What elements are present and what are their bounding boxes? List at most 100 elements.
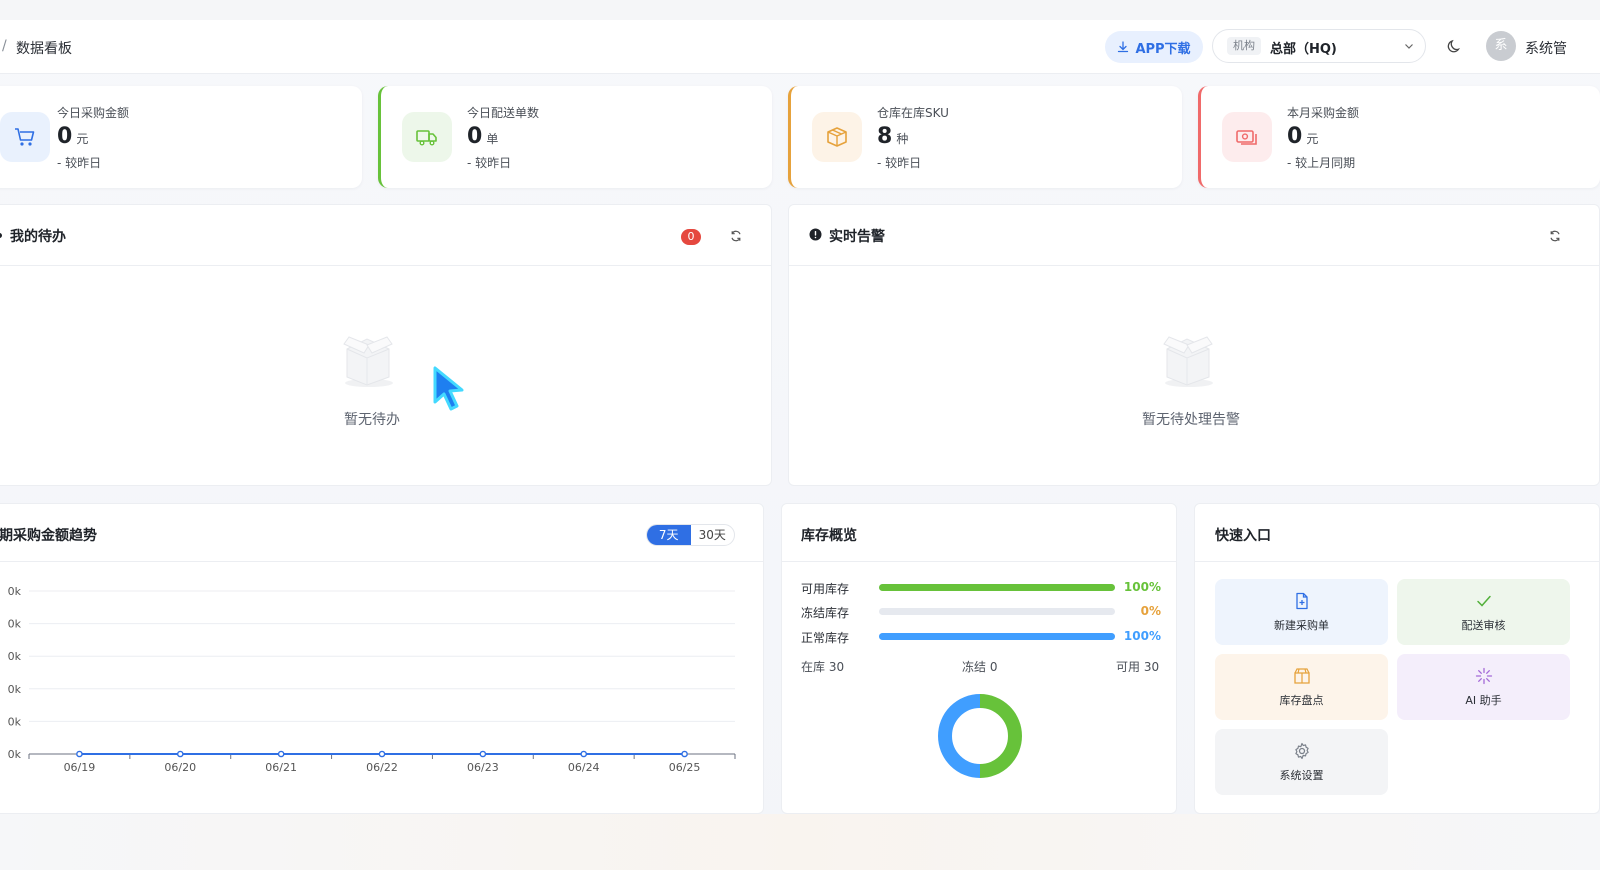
org-select[interactable]: 机构 总部（HQ) bbox=[1212, 29, 1426, 63]
todo-count-badge: 0 bbox=[681, 229, 701, 245]
org-value: 总部（HQ) bbox=[1270, 42, 1337, 57]
inventory-panel: 库存概览 可用库存 100% 冻结库存 0% 正常库存 100% 在库 30 冻… bbox=[781, 503, 1177, 814]
trend-title-clip: 近期采购金额趋势 bbox=[0, 525, 111, 545]
stat-compare: - 较上月同期 bbox=[1287, 156, 1356, 170]
stat-compare: - 较昨日 bbox=[877, 156, 922, 170]
alerts-empty-text: 暂无待处理告警 bbox=[1142, 412, 1240, 428]
quick-new-purchase[interactable]: 新建采购单 bbox=[1215, 579, 1388, 645]
stat-card-today-delivery: 今日配送单数 0单 - 较昨日 bbox=[378, 86, 772, 188]
todo-title: 我的待办 bbox=[10, 229, 66, 245]
data-point bbox=[76, 750, 83, 758]
trend-panel: 近期采购金额趋势 7天 30天 0k 0k 0k 0k 0k 0k 06/19 06/20 06… bbox=[0, 503, 764, 814]
todo-empty-text: 暂无待办 bbox=[344, 412, 400, 428]
quick-system-settings[interactable]: 系统设置 bbox=[1215, 729, 1388, 795]
inventory-in-stock: 在库 30 bbox=[801, 660, 845, 674]
inventory-panel-header: 库存概览 bbox=[782, 504, 1176, 562]
data-point bbox=[277, 750, 285, 758]
trend-title: 近期采购金额趋势 bbox=[0, 528, 97, 544]
user-name[interactable]: 系统管 bbox=[1525, 38, 1567, 58]
donut-slice bbox=[938, 694, 981, 778]
top-strip bbox=[0, 0, 1600, 20]
x-tick-label: 06/20 bbox=[164, 761, 196, 774]
y-tick-label: 0k bbox=[8, 650, 22, 663]
stat-card-sku: 仓库在库SKU 8种 - 较昨日 bbox=[788, 86, 1182, 188]
avatar[interactable]: 系 bbox=[1486, 31, 1516, 61]
x-tick-label: 06/23 bbox=[467, 761, 499, 774]
stat-value: 0单 bbox=[467, 124, 499, 149]
trend-panel-header: 近期采购金额趋势 7天 30天 bbox=[0, 504, 763, 562]
stat-card-today-purchase: 今日采购金额 0元 - 较昨日 bbox=[0, 86, 362, 188]
x-tick-label: 06/24 bbox=[568, 761, 600, 774]
sparkle-icon bbox=[1475, 667, 1492, 684]
quick-tile-label: 库存盘点 bbox=[1279, 693, 1324, 707]
inventory-row-label: 冻结库存 bbox=[801, 606, 850, 620]
alerts-panel-header: 实时告警 bbox=[789, 205, 1599, 266]
y-tick-label: 0k bbox=[8, 748, 22, 761]
inventory-row-pct: 100% bbox=[1123, 629, 1161, 643]
download-icon bbox=[1118, 41, 1129, 53]
inventory-row-normal: 正常库存 100% bbox=[801, 629, 1161, 645]
data-point bbox=[378, 750, 386, 758]
inventory-row-pct: 100% bbox=[1123, 580, 1161, 594]
trend-chart: 0k 0k 0k 0k 0k 0k 06/19 06/20 06/21 06/22 06/23 06/… bbox=[8, 585, 736, 774]
file-plus-icon bbox=[1295, 592, 1308, 609]
donut-slice bbox=[979, 694, 1022, 778]
inventory-bar-track bbox=[879, 608, 1115, 615]
y-tick-label: 0k bbox=[8, 683, 22, 696]
app-download-label: APP下载 bbox=[1135, 41, 1191, 57]
inventory-bar-track bbox=[879, 584, 1115, 591]
inventory-row-pct: 0% bbox=[1140, 604, 1161, 618]
stat-compare: - 较昨日 bbox=[57, 156, 102, 170]
refresh-icon[interactable] bbox=[1548, 229, 1562, 243]
quick-stock-count[interactable]: 库存盘点 bbox=[1215, 654, 1388, 720]
stat-label: 仓库在库SKU bbox=[877, 106, 949, 120]
quick-tile-label: 系统设置 bbox=[1279, 768, 1324, 782]
breadcrumb-separator: / bbox=[2, 38, 7, 54]
empty-box-icon bbox=[343, 336, 393, 387]
box-icon bbox=[1293, 667, 1310, 684]
todo-panel: 我的待办 0 暂无待办 bbox=[0, 204, 772, 486]
stat-icon-box bbox=[1222, 112, 1272, 162]
gear-icon bbox=[1294, 742, 1309, 759]
x-tick-label: 06/19 bbox=[64, 761, 96, 774]
range-toggle[interactable]: 7天 30天 bbox=[646, 524, 735, 546]
refresh-icon[interactable] bbox=[729, 229, 743, 243]
moon-icon[interactable] bbox=[1446, 37, 1464, 55]
box-icon bbox=[827, 127, 847, 147]
stat-icon-box bbox=[0, 112, 50, 162]
y-tick-label: 0k bbox=[8, 715, 22, 728]
inventory-row-available: 可用库存 100% bbox=[801, 580, 1161, 596]
app-download-button[interactable]: APP下载 bbox=[1105, 31, 1203, 63]
quick-delivery-review[interactable]: 配送审核 bbox=[1397, 579, 1570, 645]
mouse-cursor-icon bbox=[433, 366, 464, 411]
data-point bbox=[681, 750, 688, 758]
stat-compare: - 较昨日 bbox=[467, 156, 512, 170]
x-tick-label: 06/22 bbox=[366, 761, 398, 774]
inventory-row-label: 可用库存 bbox=[801, 582, 850, 596]
money-icon bbox=[1236, 130, 1257, 145]
org-tag: 机构 bbox=[1227, 37, 1261, 55]
range-30d-button[interactable]: 30天 bbox=[691, 525, 735, 545]
range-7d-button[interactable]: 7天 bbox=[647, 525, 691, 545]
inventory-bar-fill bbox=[879, 633, 1115, 640]
x-tick-label: 06/25 bbox=[669, 761, 701, 774]
todo-panel-header: 我的待办 0 bbox=[0, 205, 771, 266]
quick-ai-assistant[interactable]: AI 助手 bbox=[1397, 654, 1570, 720]
alert-icon bbox=[809, 228, 822, 241]
breadcrumb-current[interactable]: 数据看板 bbox=[16, 38, 72, 58]
alerts-panel: 实时告警 暂无待处理告警 bbox=[788, 204, 1600, 486]
inventory-frozen: 冻结 0 bbox=[962, 660, 998, 674]
inventory-title: 库存概览 bbox=[801, 528, 857, 544]
alerts-title: 实时告警 bbox=[829, 229, 885, 245]
quick-tile-label: 新建采购单 bbox=[1274, 618, 1329, 632]
quick-panel: 快速入口 新建采购单 配送审核 库存盘点 AI 助手 系统设置 bbox=[1194, 503, 1600, 814]
truck-icon bbox=[416, 130, 437, 146]
stat-label: 今日配送单数 bbox=[467, 106, 540, 120]
stat-icon-box bbox=[402, 112, 452, 162]
todo-dot-icon bbox=[0, 233, 2, 238]
inventory-row-label: 正常库存 bbox=[801, 631, 850, 645]
top-header: / 数据看板 APP下载 机构 总部（HQ) 系 系统管 bbox=[0, 20, 1600, 74]
inventory-row-frozen: 冻结库存 0% bbox=[801, 604, 1161, 620]
quick-tile-label: AI 助手 bbox=[1465, 693, 1502, 707]
stat-label: 本月采购金额 bbox=[1287, 106, 1360, 120]
